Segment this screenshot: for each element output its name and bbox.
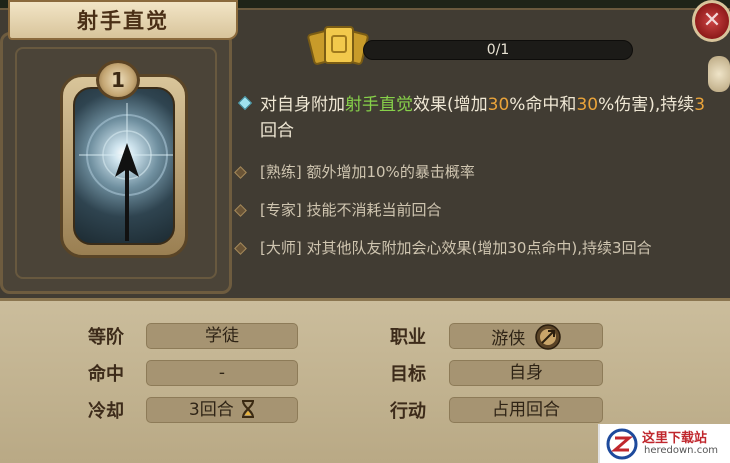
cooldown-box: 3回合 bbox=[146, 397, 298, 423]
sub-item-proficient: [熟练] 额外增加10%的暴击概率 bbox=[232, 162, 712, 183]
job-value: 游侠 bbox=[491, 329, 526, 349]
watermark-en: heredown.com bbox=[644, 445, 719, 456]
tier-value: 学徒 bbox=[146, 323, 298, 349]
arrow-target-icon bbox=[79, 103, 173, 241]
desc-part-8: 回合 bbox=[260, 121, 294, 141]
job-label: 职业 bbox=[390, 327, 426, 348]
progress-bar: 0/1 bbox=[363, 40, 633, 60]
sub-item-master: [大师] 对其他队友附加会心效果(增加30点命中),持续3回合 bbox=[232, 238, 712, 259]
tier-label: 等阶 bbox=[88, 327, 124, 348]
desc-part-0: 对自身附加 bbox=[260, 95, 345, 115]
desc-part-3: 30 bbox=[487, 95, 510, 115]
sub-item-text: [专家] 技能不消耗当前回合 bbox=[260, 201, 442, 219]
job-box: 游侠 bbox=[449, 323, 603, 350]
hourglass-icon bbox=[242, 400, 255, 418]
hit-label: 命中 bbox=[88, 364, 124, 385]
rank-badge: 1 bbox=[96, 60, 140, 100]
skill-art bbox=[73, 87, 175, 245]
hit-value: - bbox=[146, 360, 298, 386]
watermark-logo-icon bbox=[606, 428, 638, 460]
action-label: 行动 bbox=[390, 401, 426, 422]
skill-card bbox=[60, 74, 188, 258]
desc-part-2: 效果(增加 bbox=[413, 95, 488, 115]
target-label: 目标 bbox=[390, 364, 426, 385]
title-tab: 射手直觉 bbox=[8, 0, 238, 40]
close-button[interactable]: ✕ bbox=[692, 0, 730, 42]
sub-item-text: [熟练] 额外增加10%的暴击概率 bbox=[260, 163, 475, 181]
progress-area: 0/1 bbox=[305, 22, 650, 70]
desc-part-1: 射手直觉 bbox=[345, 95, 413, 115]
target-value: 自身 bbox=[449, 360, 603, 386]
action-value: 占用回合 bbox=[449, 397, 603, 423]
desc-part-4: %命中和 bbox=[509, 95, 577, 115]
ranger-class-icon bbox=[534, 324, 561, 350]
desc-part-5: 30 bbox=[576, 95, 599, 115]
watermark-cn: 这里下载站 bbox=[642, 431, 708, 446]
watermark: 这里下载站 heredown.com bbox=[598, 424, 730, 463]
progress-text: 0/1 bbox=[486, 42, 510, 58]
rank-number: 1 bbox=[111, 68, 125, 92]
main-effect-text: 对自身附加射手直觉效果(增加30%命中和30%伤害),持续3回合 bbox=[240, 92, 710, 144]
close-icon: ✕ bbox=[702, 8, 722, 33]
cooldown-value: 3回合 bbox=[188, 400, 234, 420]
main-effect: 对自身附加射手直觉效果(增加30%命中和30%伤害),持续3回合 bbox=[237, 92, 710, 144]
desc-part-7: 3 bbox=[694, 95, 706, 115]
scroll-ornament bbox=[708, 56, 730, 92]
cooldown-label: 冷却 bbox=[88, 401, 124, 422]
desc-part-6: %伤害),持续 bbox=[598, 95, 695, 115]
sub-item-expert: [专家] 技能不消耗当前回合 bbox=[232, 200, 712, 221]
skill-title: 射手直觉 bbox=[77, 9, 169, 33]
sub-item-text: [大师] 对其他队友附加会心效果(增加30点命中),持续3回合 bbox=[260, 239, 652, 257]
skill-panel: 射手直觉 1 0/1 对自身附加射手直觉效果(增加30%命中和30%伤害),持续… bbox=[0, 0, 730, 463]
